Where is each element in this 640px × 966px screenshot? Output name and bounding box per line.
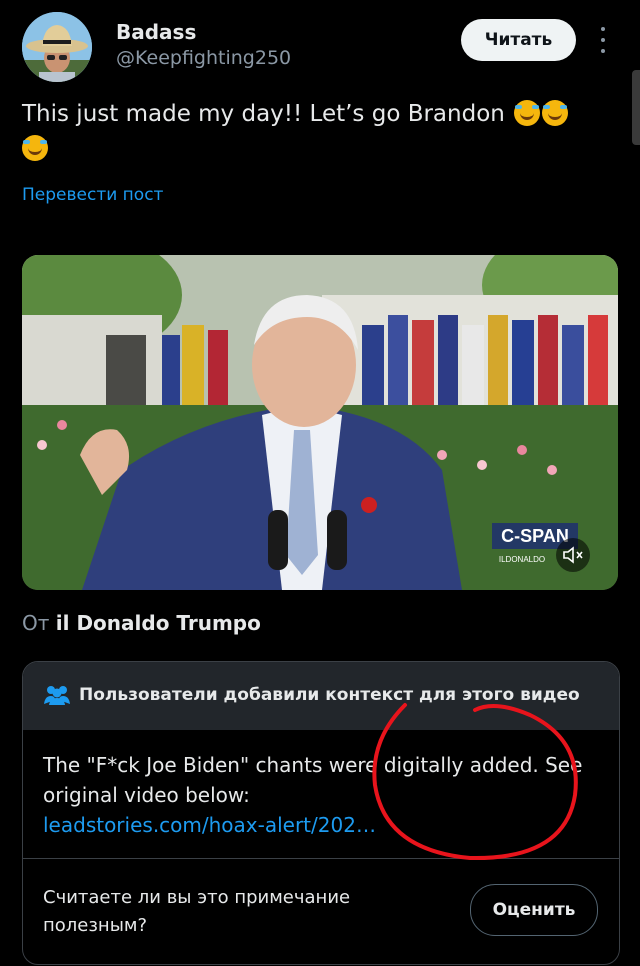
author-name[interactable]: Badass xyxy=(116,20,196,44)
community-note-link[interactable]: leadstories.com/hoax-alert/202… xyxy=(43,810,603,840)
source-name[interactable]: il Donaldo Trumpo xyxy=(56,611,261,635)
video-frame: C-SPAN ILDONALDO xyxy=(22,255,618,590)
community-note-body: The "F*ck Joe Biden" chants were digital… xyxy=(43,750,603,840)
speaker-muted-icon[interactable] xyxy=(556,538,590,572)
translate-post-link[interactable]: Перевести пост xyxy=(22,185,163,205)
watermark-sub: ILDONALDO xyxy=(499,555,545,564)
more-vertical-icon[interactable] xyxy=(597,27,609,53)
laughing-emoji-icon xyxy=(542,100,569,126)
source-prefix: От xyxy=(22,611,50,635)
author-handle[interactable]: @Keepfighting250 xyxy=(116,47,291,69)
author-avatar[interactable] xyxy=(22,12,92,82)
community-note: Пользователи добавили контекст для этого… xyxy=(22,661,620,965)
video-player[interactable]: C-SPAN ILDONALDO xyxy=(22,255,618,590)
rate-button[interactable]: Оценить xyxy=(470,884,598,936)
divider xyxy=(23,858,619,859)
community-note-text: The "F*ck Joe Biden" chants were digital… xyxy=(43,753,583,807)
helpful-question: Считаете ли вы это примечание полезным? xyxy=(43,887,351,936)
avatar-image xyxy=(22,12,92,82)
cspan-watermark: C-SPAN xyxy=(501,526,569,546)
laughing-emoji-icon xyxy=(514,100,541,126)
laughing-emoji-icon xyxy=(22,135,48,161)
follow-button[interactable]: Читать xyxy=(461,19,576,61)
scrollbar[interactable] xyxy=(632,70,640,145)
tweet-body: This just made my day!! Let’s go Brandon xyxy=(22,101,505,127)
community-note-header: Пользователи добавили контекст для этого… xyxy=(23,662,619,730)
people-icon xyxy=(44,686,70,705)
community-note-title: Пользователи добавили контекст для этого… xyxy=(79,685,580,705)
tweet-text: This just made my day!! Let’s go Brandon xyxy=(22,97,612,167)
video-source[interactable]: От il Donaldo Trumpo xyxy=(22,611,261,635)
